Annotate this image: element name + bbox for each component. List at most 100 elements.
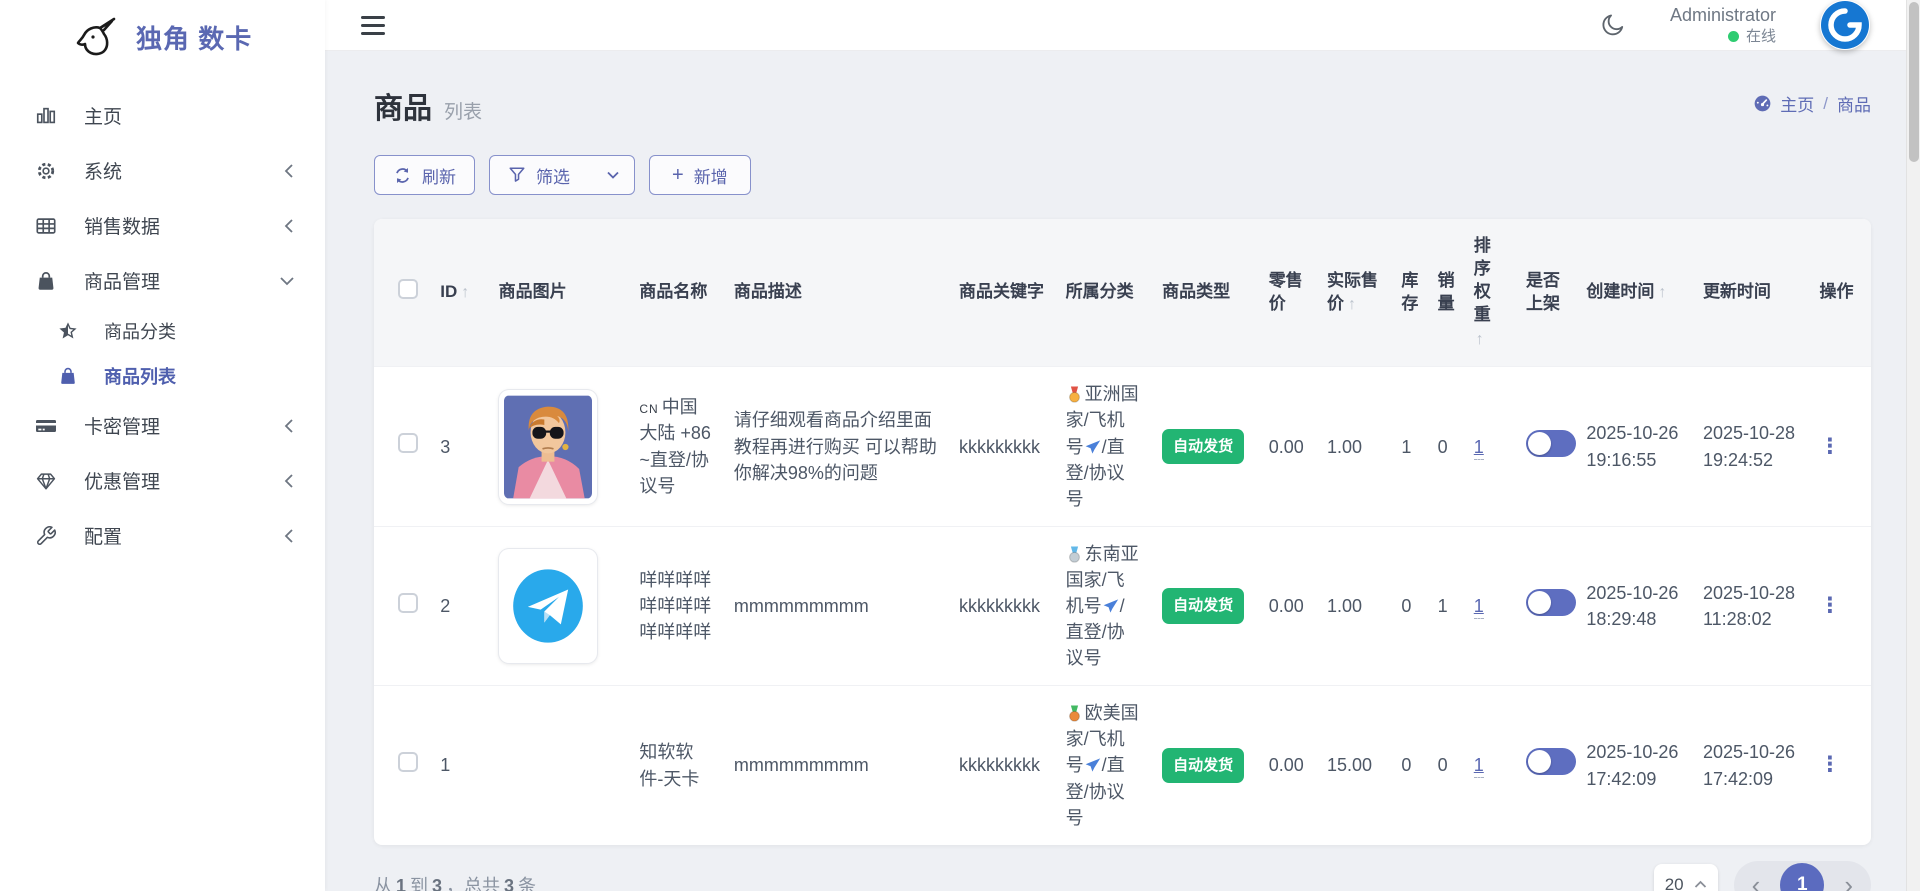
page-title: 商品列表 — [374, 85, 482, 127]
cell-sales: 0 — [1428, 367, 1464, 526]
sort-asc-icon[interactable]: ↑ — [461, 284, 469, 301]
on-shelf-toggle[interactable] — [1526, 748, 1576, 775]
table-card: ID↑ 商品图片 商品名称 商品描述 商品关键字 所属分类 商品类型 零售价 实… — [374, 219, 1871, 845]
product-image[interactable] — [499, 390, 597, 504]
auto-delivery-badge: 自动发货 — [1162, 748, 1244, 784]
auto-delivery-badge: 自动发货 — [1162, 588, 1244, 624]
cell-retail-price: 0.00 — [1259, 526, 1317, 685]
airplane-icon — [1085, 758, 1101, 773]
col-weight[interactable]: 排序权重↑ — [1464, 219, 1516, 367]
row-checkbox[interactable] — [398, 593, 418, 613]
col-category: 所属分类 — [1056, 219, 1153, 367]
gem-icon — [34, 469, 58, 493]
toolbar: 刷新 筛选 + 新增 — [374, 155, 1871, 195]
user-menu[interactable]: Administrator 在线 — [1670, 4, 1776, 47]
current-page-button[interactable]: 1 — [1780, 863, 1824, 891]
col-name: 商品名称 — [629, 219, 724, 367]
sidebar-item-product-list[interactable]: 商品列表 — [0, 353, 325, 398]
cell-actual-price: 1.00 — [1317, 367, 1391, 526]
cell-name: 咩咩咩咩咩咩咩咩咩咩咩咩 — [629, 526, 724, 685]
row-checkbox[interactable] — [398, 433, 418, 453]
more-actions-icon[interactable]: ⋮ — [1820, 594, 1841, 617]
cartoon-portrait-image — [504, 395, 592, 499]
select-all-checkbox[interactable] — [398, 279, 418, 299]
sidebar-item-label: 主页 — [84, 102, 122, 129]
sidebar: 独角 数卡 主页 系统 销售数据 — [0, 0, 325, 891]
product-table: ID↑ 商品图片 商品名称 商品描述 商品关键字 所属分类 商品类型 零售价 实… — [374, 219, 1871, 845]
scrollbar-track[interactable] — [1906, 0, 1920, 891]
chevron-left-icon — [283, 528, 295, 544]
filter-button[interactable]: 筛选 — [489, 155, 635, 195]
product-image[interactable] — [499, 549, 597, 663]
app: 独角 数卡 主页 系统 销售数据 — [0, 0, 1920, 891]
cell-created: 2025-10-26 19:16:55 — [1576, 367, 1693, 526]
col-id[interactable]: ID↑ — [430, 219, 488, 367]
sidebar-item-label: 商品列表 — [104, 363, 176, 389]
next-page-button[interactable]: › — [1840, 872, 1857, 891]
col-retail-price: 零售价 — [1259, 219, 1317, 367]
more-actions-icon[interactable]: ⋮ — [1820, 753, 1841, 776]
sort-asc-icon[interactable]: ↑ — [1476, 329, 1506, 351]
chevron-down-icon — [279, 275, 295, 287]
cell-created: 2025-10-26 17:42:09 — [1576, 686, 1693, 845]
prev-page-button[interactable]: ‹ — [1748, 872, 1765, 891]
cell-stock: 1 — [1391, 367, 1427, 526]
sidebar-toggle-icon[interactable] — [361, 16, 385, 35]
create-button[interactable]: + 新增 — [649, 155, 751, 195]
more-actions-icon[interactable]: ⋮ — [1820, 435, 1841, 458]
on-shelf-toggle[interactable] — [1526, 430, 1576, 457]
sidebar-item-card-keys[interactable]: 卡密管理 — [0, 398, 325, 453]
airplane-icon — [1103, 599, 1119, 614]
user-status-label: 在线 — [1746, 27, 1776, 47]
sort-asc-icon[interactable]: ↑ — [1348, 296, 1356, 313]
col-updated: 更新时间 — [1693, 219, 1810, 367]
cell-id: 2 — [430, 526, 488, 685]
pager: ‹ 1 › — [1734, 861, 1871, 891]
main-area: Administrator 在线 商品列表 主页 / 商品 — [325, 0, 1920, 891]
sidebar-item-home[interactable]: 主页 — [0, 88, 325, 143]
telegram-logo-image — [504, 554, 592, 658]
refresh-button[interactable]: 刷新 — [374, 155, 475, 195]
weight-edit-link[interactable]: 1 — [1474, 596, 1484, 619]
scrollbar-thumb[interactable] — [1909, 2, 1919, 162]
auto-delivery-badge: 自动发货 — [1162, 429, 1244, 465]
sidebar-nav: 主页 系统 销售数据 商品管理 — [0, 74, 325, 563]
cell-name: 知软软件-天卡 — [629, 686, 724, 845]
star-icon — [58, 321, 78, 341]
cell-name: CN中国大陆 +86 ~直登/协议号 — [629, 367, 724, 526]
breadcrumb-home[interactable]: 主页 — [1780, 91, 1814, 116]
sidebar-submenu-products: 商品分类 商品列表 — [0, 308, 325, 398]
on-shelf-toggle[interactable] — [1526, 589, 1576, 616]
table-icon — [34, 214, 58, 238]
chevron-left-icon — [283, 473, 295, 489]
sidebar-item-product-category[interactable]: 商品分类 — [0, 308, 325, 353]
weight-edit-link[interactable]: 1 — [1474, 755, 1484, 778]
avatar[interactable] — [1820, 0, 1870, 50]
dark-mode-icon[interactable] — [1600, 12, 1626, 38]
col-created[interactable]: 创建时间↑ — [1576, 219, 1693, 367]
col-stock: 库存 — [1391, 219, 1427, 367]
weight-edit-link[interactable]: 1 — [1474, 437, 1484, 460]
sidebar-item-system[interactable]: 系统 — [0, 143, 325, 198]
breadcrumb-separator: / — [1823, 94, 1828, 114]
cell-keyword: kkkkkkkkk — [949, 686, 1056, 845]
cell-keyword: kkkkkkkkk — [949, 526, 1056, 685]
sidebar-item-sales-data[interactable]: 销售数据 — [0, 198, 325, 253]
row-checkbox[interactable] — [398, 752, 418, 772]
cell-id: 3 — [430, 367, 488, 526]
sidebar-item-label: 商品管理 — [84, 267, 160, 294]
table-row: 3 — [374, 367, 1871, 526]
sidebar-item-label: 优惠管理 — [84, 467, 160, 494]
sidebar-item-label: 商品分类 — [104, 318, 176, 344]
sidebar-item-config[interactable]: 配置 — [0, 508, 325, 563]
col-actual-price[interactable]: 实际售价↑ — [1317, 219, 1391, 367]
cell-sales: 1 — [1428, 526, 1464, 685]
cell-category: 欧美国家/飞机号/直登/协议号 — [1056, 686, 1153, 845]
cell-keyword: kkkkkkkkk — [949, 367, 1056, 526]
sidebar-item-product-management[interactable]: 商品管理 — [0, 253, 325, 308]
wrench-icon — [34, 524, 58, 548]
brand[interactable]: 独角 数卡 — [0, 0, 325, 74]
sort-asc-icon[interactable]: ↑ — [1658, 284, 1666, 301]
per-page-select[interactable]: 20 — [1654, 864, 1718, 891]
sidebar-item-coupons[interactable]: 优惠管理 — [0, 453, 325, 508]
